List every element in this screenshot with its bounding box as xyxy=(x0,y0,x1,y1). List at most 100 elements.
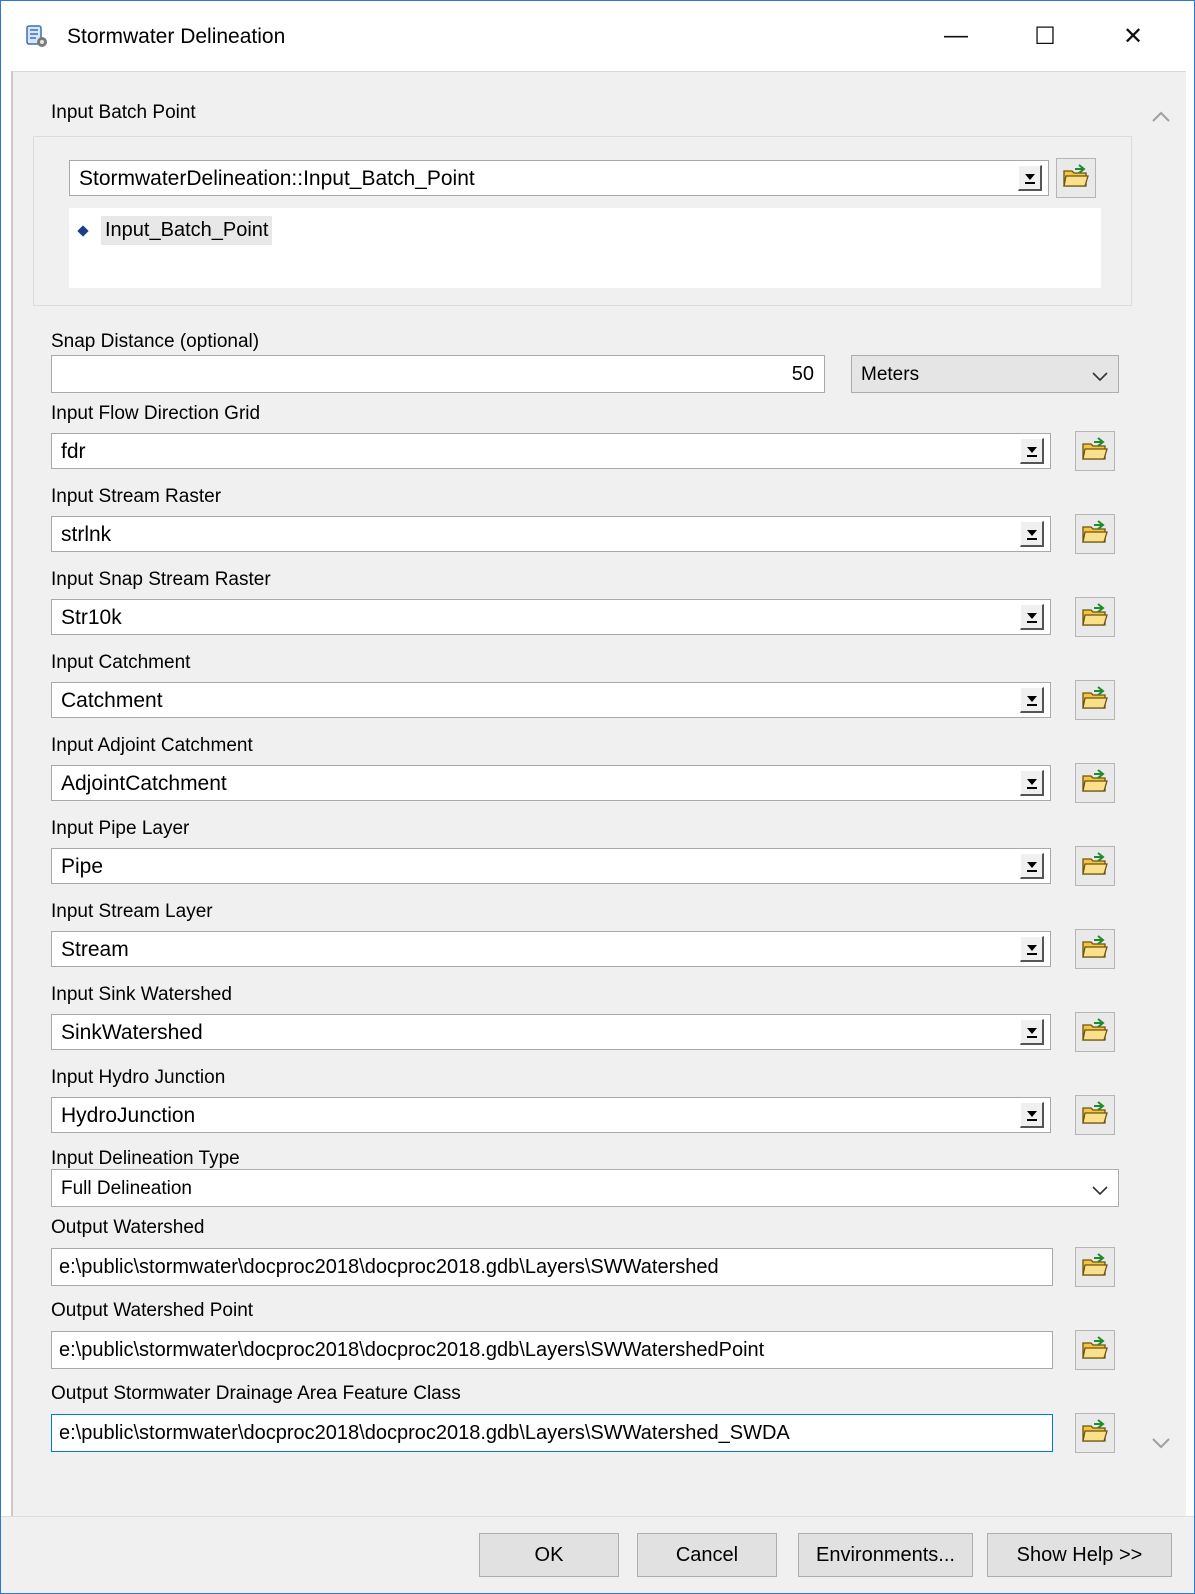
param-value: Stream xyxy=(61,938,129,961)
minimize-button[interactable]: — xyxy=(926,11,986,61)
open-folder-icon xyxy=(1081,1017,1109,1048)
cancel-button[interactable]: Cancel xyxy=(637,1533,777,1577)
dropdown-arrow-icon[interactable] xyxy=(1020,936,1044,962)
param-combo[interactable]: Str10k xyxy=(51,599,1051,635)
param-combo[interactable]: SinkWatershed xyxy=(51,1014,1051,1050)
param-label: Input Pipe Layer xyxy=(51,818,190,839)
toolbox-script-icon xyxy=(23,23,49,49)
param-label: Input Catchment xyxy=(51,652,191,673)
output-path-input[interactable]: e:\public\stormwater\docproc2018\docproc… xyxy=(51,1414,1053,1452)
batch-point-value: StormwaterDelineation::Input_Batch_Point xyxy=(79,167,475,190)
open-folder-icon xyxy=(1081,602,1109,633)
output-label: Output Watershed xyxy=(51,1217,205,1238)
param-combo[interactable]: Catchment xyxy=(51,682,1051,718)
title-bar[interactable]: Stormwater Delineation — ☐ ✕ xyxy=(1,1,1194,69)
list-item[interactable]: Input_Batch_Point xyxy=(77,216,273,245)
dropdown-arrow-icon[interactable] xyxy=(1020,604,1044,630)
param-browse-button[interactable] xyxy=(1075,1012,1115,1052)
output-path-input[interactable]: e:\public\stormwater\docproc2018\docproc… xyxy=(51,1331,1053,1369)
delineation-type-label: Input Delineation Type xyxy=(51,1148,240,1169)
scroll-up-icon[interactable] xyxy=(1150,108,1172,126)
batch-point-combo[interactable]: StormwaterDelineation::Input_Batch_Point xyxy=(69,160,1049,196)
output-label: Output Watershed Point xyxy=(51,1300,254,1321)
dropdown-arrow-icon[interactable] xyxy=(1020,521,1044,547)
environments-button[interactable]: Environments... xyxy=(798,1533,973,1577)
param-browse-button[interactable] xyxy=(1075,1095,1115,1135)
list-item-label: Input_Batch_Point xyxy=(101,216,273,245)
delineation-type-value: Full Delineation xyxy=(61,1178,192,1199)
param-browse-button[interactable] xyxy=(1075,514,1115,554)
param-browse-button[interactable] xyxy=(1075,846,1115,886)
param-label: Input Adjoint Catchment xyxy=(51,735,253,756)
batch-point-label: Input Batch Point xyxy=(51,102,196,123)
param-label: Input Stream Layer xyxy=(51,901,213,922)
snap-units-select[interactable]: Meters xyxy=(851,355,1119,393)
param-combo[interactable]: AdjointCatchment xyxy=(51,765,1051,801)
dropdown-arrow-icon[interactable] xyxy=(1020,1019,1044,1045)
param-combo[interactable]: strlnk xyxy=(51,516,1051,552)
batch-point-list[interactable]: Input_Batch_Point xyxy=(69,208,1101,288)
open-folder-icon xyxy=(1081,519,1109,550)
dialog-window: Stormwater Delineation — ☐ ✕ Input Batch… xyxy=(0,0,1195,1594)
param-value: fdr xyxy=(61,440,86,463)
parameters-panel: Input Batch Point StormwaterDelineation:… xyxy=(11,71,1186,1516)
output-label: Output Stormwater Drainage Area Feature … xyxy=(51,1383,461,1404)
dropdown-arrow-icon[interactable] xyxy=(1018,165,1042,191)
open-folder-icon xyxy=(1081,1252,1109,1283)
param-browse-button[interactable] xyxy=(1075,680,1115,720)
open-folder-icon xyxy=(1081,1100,1109,1131)
dropdown-arrow-icon[interactable] xyxy=(1020,438,1044,464)
dropdown-arrow-icon[interactable] xyxy=(1020,687,1044,713)
open-folder-icon xyxy=(1081,685,1109,716)
param-combo[interactable]: Pipe xyxy=(51,848,1051,884)
param-combo[interactable]: Stream xyxy=(51,931,1051,967)
output-browse-button[interactable] xyxy=(1075,1330,1115,1370)
param-value: Catchment xyxy=(61,689,163,712)
open-folder-icon xyxy=(1081,768,1109,799)
param-value: AdjointCatchment xyxy=(61,772,227,795)
param-combo[interactable]: HydroJunction xyxy=(51,1097,1051,1133)
param-value: Str10k xyxy=(61,606,122,629)
open-folder-icon xyxy=(1081,1335,1109,1366)
ok-button[interactable]: OK xyxy=(479,1533,619,1577)
point-feature-icon xyxy=(77,224,89,237)
output-path-value: e:\public\stormwater\docproc2018\docproc… xyxy=(59,1339,765,1361)
output-browse-button[interactable] xyxy=(1075,1247,1115,1287)
param-label: Input Sink Watershed xyxy=(51,984,232,1005)
param-label: Input Stream Raster xyxy=(51,486,222,507)
param-browse-button[interactable] xyxy=(1075,763,1115,803)
batch-point-browse-button[interactable] xyxy=(1056,158,1096,198)
param-browse-button[interactable] xyxy=(1075,929,1115,969)
open-folder-icon xyxy=(1081,436,1109,467)
snap-distance-label: Snap Distance (optional) xyxy=(51,331,260,352)
chevron-down-icon xyxy=(1092,1183,1108,1201)
chevron-down-icon xyxy=(1092,369,1108,387)
param-combo[interactable]: fdr xyxy=(51,433,1051,469)
param-value: strlnk xyxy=(61,523,112,546)
snap-distance-value: 50 xyxy=(791,363,814,385)
show-help-button[interactable]: Show Help >> xyxy=(987,1533,1172,1577)
open-folder-icon xyxy=(1081,934,1109,965)
open-folder-icon xyxy=(1081,1418,1109,1449)
snap-distance-input[interactable]: 50 xyxy=(51,355,825,393)
dropdown-arrow-icon[interactable] xyxy=(1020,770,1044,796)
output-path-input[interactable]: e:\public\stormwater\docproc2018\docproc… xyxy=(51,1248,1053,1286)
dropdown-arrow-icon[interactable] xyxy=(1020,853,1044,879)
param-browse-button[interactable] xyxy=(1075,431,1115,471)
output-path-value: e:\public\stormwater\docproc2018\docproc… xyxy=(59,1256,719,1278)
open-folder-icon xyxy=(1081,851,1109,882)
param-value: HydroJunction xyxy=(61,1104,196,1127)
param-browse-button[interactable] xyxy=(1075,597,1115,637)
param-label: Input Snap Stream Raster xyxy=(51,569,271,590)
param-value: Pipe xyxy=(61,855,104,878)
output-browse-button[interactable] xyxy=(1075,1413,1115,1453)
window-title: Stormwater Delineation xyxy=(67,25,286,48)
param-label: Input Hydro Junction xyxy=(51,1067,226,1088)
maximize-button[interactable]: ☐ xyxy=(1015,11,1075,61)
dropdown-arrow-icon[interactable] xyxy=(1020,1102,1044,1128)
scroll-down-icon[interactable] xyxy=(1150,1434,1172,1452)
delineation-type-select[interactable]: Full Delineation xyxy=(51,1169,1119,1207)
output-path-value: e:\public\stormwater\docproc2018\docproc… xyxy=(59,1422,790,1444)
close-button[interactable]: ✕ xyxy=(1103,11,1163,61)
param-label: Input Flow Direction Grid xyxy=(51,403,261,424)
